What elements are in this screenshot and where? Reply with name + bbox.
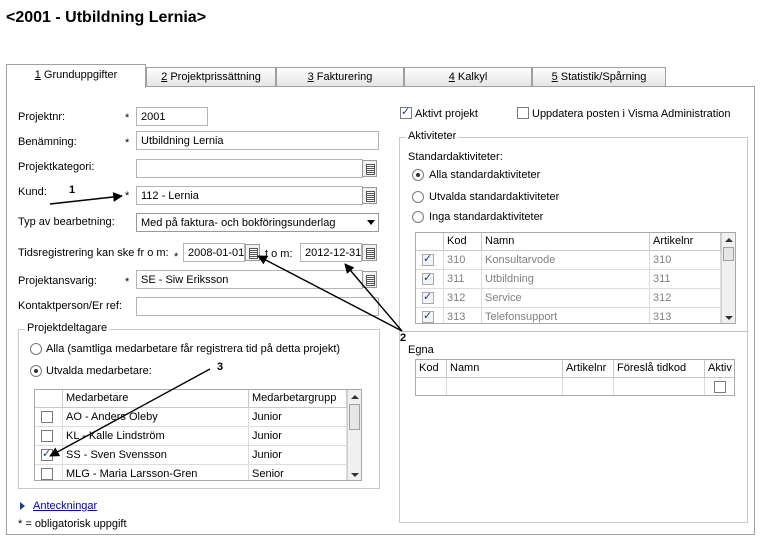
callout-arrow-1	[49, 192, 123, 205]
tab-label: Grunduppgifter	[40, 69, 118, 81]
callout-1: 1	[69, 184, 76, 196]
callout-arrow-2b	[344, 263, 403, 332]
callout-arrow-2a	[257, 255, 403, 332]
callout-arrow-3	[49, 368, 211, 457]
tab-grunduppgifter[interactable]: 1 Grunduppgifter	[6, 64, 146, 88]
callout-2: 2	[400, 332, 407, 344]
callout-3: 3	[217, 361, 224, 373]
